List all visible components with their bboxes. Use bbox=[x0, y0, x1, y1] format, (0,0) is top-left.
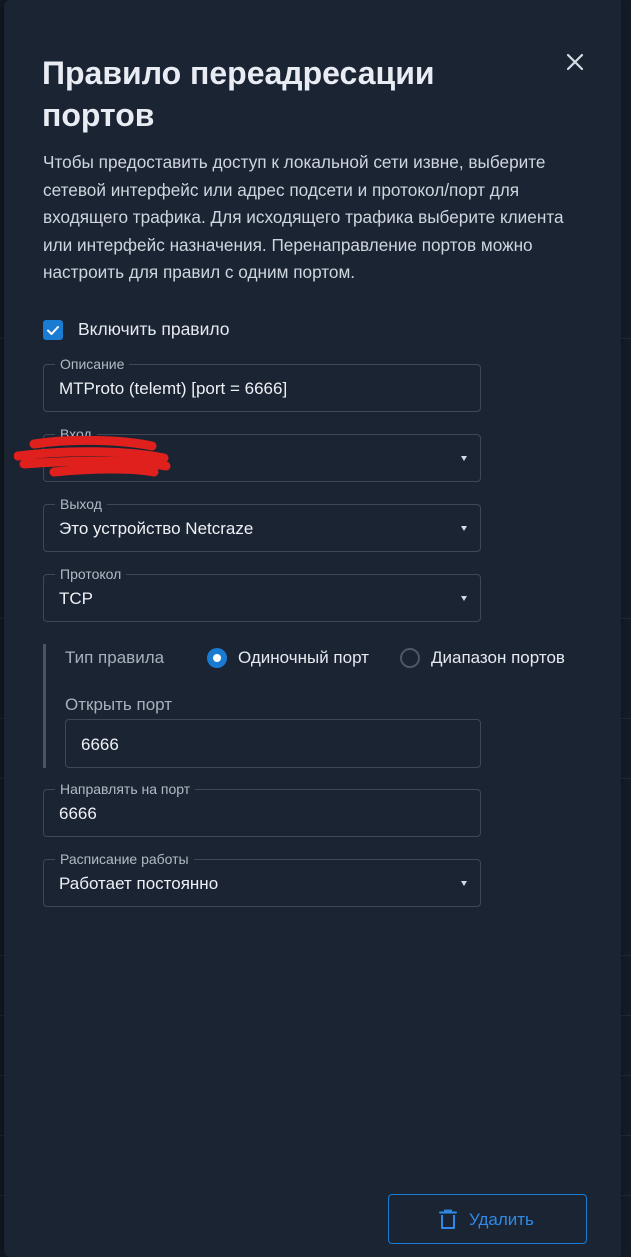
forward-port-field-label: Направлять на порт bbox=[55, 780, 196, 798]
chevron-down-icon bbox=[461, 881, 467, 886]
schedule-select[interactable]: Расписание работы Работает постоянно bbox=[43, 850, 481, 907]
output-value: Это устройство Netcraze bbox=[59, 519, 254, 538]
open-port-input[interactable]: 6666 bbox=[65, 719, 481, 768]
port-range-radio[interactable] bbox=[400, 648, 420, 668]
schedule-value: Работает постоянно bbox=[59, 874, 219, 893]
rule-type-group-border bbox=[43, 644, 46, 768]
single-port-radio[interactable] bbox=[207, 648, 227, 668]
dialog-description: Чтобы предоставить доступ к локальной се… bbox=[43, 152, 564, 282]
protocol-select[interactable]: Протокол TCP bbox=[43, 565, 481, 622]
rule-type-label: Тип правила bbox=[65, 648, 165, 667]
delete-button-label: Удалить bbox=[469, 1210, 534, 1229]
protocol-value: TCP bbox=[59, 589, 93, 608]
enable-rule-checkbox[interactable] bbox=[43, 320, 63, 340]
trash-icon bbox=[439, 1209, 457, 1229]
close-icon[interactable] bbox=[563, 50, 587, 74]
description-field-label: Описание bbox=[55, 355, 130, 373]
chevron-down-icon bbox=[461, 596, 467, 601]
description-input[interactable]: Описание MTProto (telemt) [port = 6666] bbox=[43, 355, 481, 412]
schedule-field-label: Расписание работы bbox=[55, 850, 194, 868]
redaction-scribble bbox=[14, 436, 171, 477]
output-field-label: Выход bbox=[55, 495, 107, 513]
chevron-down-icon bbox=[461, 456, 467, 461]
checkmark-icon bbox=[47, 326, 59, 335]
chevron-down-icon bbox=[461, 526, 467, 531]
port-range-label[interactable]: Диапазон портов bbox=[431, 648, 565, 668]
forward-port-input[interactable]: Направлять на порт 6666 bbox=[43, 780, 481, 837]
enable-rule-label: Включить правило bbox=[78, 319, 230, 339]
single-port-label[interactable]: Одиночный порт bbox=[238, 648, 369, 668]
description-value: MTProto (telemt) [port = 6666] bbox=[59, 379, 288, 398]
forward-port-value: 6666 bbox=[59, 804, 97, 823]
dialog-title: Правило переадресации портов bbox=[42, 55, 435, 133]
delete-button[interactable]: Удалить bbox=[388, 1194, 587, 1244]
open-port-value: 6666 bbox=[81, 735, 119, 754]
output-select[interactable]: Выход Это устройство Netcraze bbox=[43, 495, 481, 552]
protocol-field-label: Протокол bbox=[55, 565, 127, 583]
open-port-label: Открыть порт bbox=[65, 695, 173, 714]
